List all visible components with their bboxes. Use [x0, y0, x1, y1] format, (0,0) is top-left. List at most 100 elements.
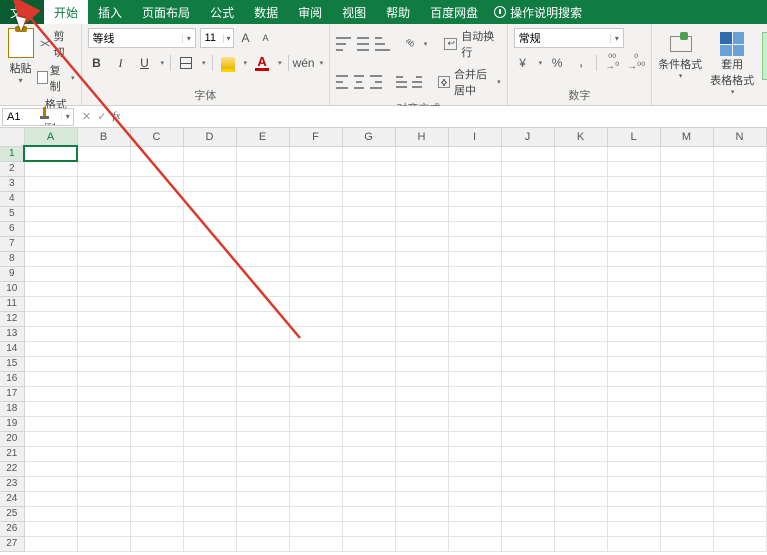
cell[interactable] — [607, 296, 660, 311]
cell[interactable] — [289, 506, 342, 521]
column-header[interactable]: M — [660, 128, 713, 146]
cell[interactable] — [395, 521, 448, 536]
cell[interactable] — [342, 416, 395, 431]
cell[interactable] — [660, 326, 713, 341]
column-header[interactable]: H — [395, 128, 448, 146]
font-size-input[interactable] — [201, 32, 224, 44]
cell[interactable] — [660, 536, 713, 551]
cell[interactable] — [448, 251, 501, 266]
align-bottom-button[interactable] — [375, 37, 390, 51]
cell[interactable] — [554, 191, 607, 206]
cell[interactable] — [24, 371, 77, 386]
cell[interactable] — [236, 371, 289, 386]
cell[interactable] — [236, 461, 289, 476]
cell[interactable] — [130, 236, 183, 251]
cell[interactable] — [77, 341, 130, 356]
cell[interactable] — [554, 386, 607, 401]
cell[interactable] — [342, 206, 395, 221]
cell[interactable] — [448, 416, 501, 431]
cell[interactable] — [395, 206, 448, 221]
cell[interactable] — [554, 416, 607, 431]
cell[interactable] — [183, 326, 236, 341]
cell[interactable] — [713, 146, 766, 161]
number-format-combo[interactable]: ▾ — [514, 28, 624, 48]
cell[interactable] — [448, 446, 501, 461]
cell[interactable] — [607, 221, 660, 236]
cell[interactable] — [448, 221, 501, 236]
cell[interactable] — [660, 296, 713, 311]
column-header[interactable]: J — [501, 128, 554, 146]
cell[interactable] — [24, 491, 77, 506]
cell[interactable] — [289, 326, 342, 341]
align-top-button[interactable] — [336, 37, 351, 51]
cell[interactable] — [660, 206, 713, 221]
row-header[interactable]: 21 — [0, 446, 24, 461]
cell[interactable] — [554, 146, 607, 161]
font-name-input[interactable] — [89, 32, 183, 44]
cell[interactable] — [183, 446, 236, 461]
italic-button[interactable]: I — [112, 54, 130, 72]
cell[interactable] — [395, 221, 448, 236]
chevron-down-icon[interactable]: ▾ — [424, 40, 428, 48]
cell[interactable] — [289, 446, 342, 461]
cell[interactable] — [713, 446, 766, 461]
cell[interactable] — [713, 266, 766, 281]
cell[interactable] — [130, 521, 183, 536]
cell[interactable] — [501, 311, 554, 326]
cell[interactable] — [342, 476, 395, 491]
column-header[interactable]: E — [236, 128, 289, 146]
cell[interactable] — [236, 341, 289, 356]
cell[interactable] — [448, 476, 501, 491]
shrink-font-button[interactable]: A — [258, 28, 274, 48]
cell[interactable] — [660, 236, 713, 251]
cell[interactable] — [77, 221, 130, 236]
cell[interactable] — [660, 431, 713, 446]
cell[interactable] — [448, 236, 501, 251]
cell[interactable] — [130, 491, 183, 506]
cell[interactable] — [713, 431, 766, 446]
cell[interactable] — [607, 251, 660, 266]
cell[interactable] — [660, 221, 713, 236]
cell[interactable] — [448, 521, 501, 536]
cell[interactable] — [183, 401, 236, 416]
cell[interactable] — [342, 386, 395, 401]
cell[interactable] — [342, 296, 395, 311]
cell[interactable] — [501, 476, 554, 491]
cell[interactable] — [183, 341, 236, 356]
row-header[interactable]: 5 — [0, 206, 24, 221]
cell[interactable] — [342, 251, 395, 266]
cell[interactable] — [289, 296, 342, 311]
cell[interactable] — [77, 146, 130, 161]
cell[interactable] — [183, 491, 236, 506]
cell[interactable] — [660, 521, 713, 536]
cell[interactable] — [448, 536, 501, 551]
column-header[interactable]: A — [24, 128, 77, 146]
cell[interactable] — [342, 326, 395, 341]
row-header[interactable]: 12 — [0, 311, 24, 326]
cell[interactable] — [77, 356, 130, 371]
cell[interactable] — [713, 176, 766, 191]
cell[interactable] — [289, 266, 342, 281]
cell[interactable] — [183, 236, 236, 251]
cell[interactable] — [24, 296, 77, 311]
column-header[interactable]: L — [607, 128, 660, 146]
cell[interactable] — [289, 311, 342, 326]
cell[interactable] — [289, 491, 342, 506]
cell[interactable] — [660, 266, 713, 281]
cell[interactable] — [501, 161, 554, 176]
cell[interactable] — [236, 446, 289, 461]
cell[interactable] — [554, 236, 607, 251]
row-header[interactable]: 26 — [0, 521, 24, 536]
cell[interactable] — [130, 251, 183, 266]
cell-style-good[interactable]: 好 — [762, 32, 767, 80]
cell[interactable] — [183, 371, 236, 386]
cell[interactable] — [607, 146, 660, 161]
cell[interactable] — [183, 311, 236, 326]
cell[interactable] — [77, 491, 130, 506]
cell[interactable] — [501, 491, 554, 506]
row-header[interactable]: 25 — [0, 506, 24, 521]
column-header[interactable]: N — [713, 128, 766, 146]
align-left-button[interactable] — [336, 75, 348, 89]
format-as-table-button[interactable]: 套用 表格格式 ▾ — [710, 32, 754, 96]
underline-button[interactable]: U — [136, 54, 154, 72]
